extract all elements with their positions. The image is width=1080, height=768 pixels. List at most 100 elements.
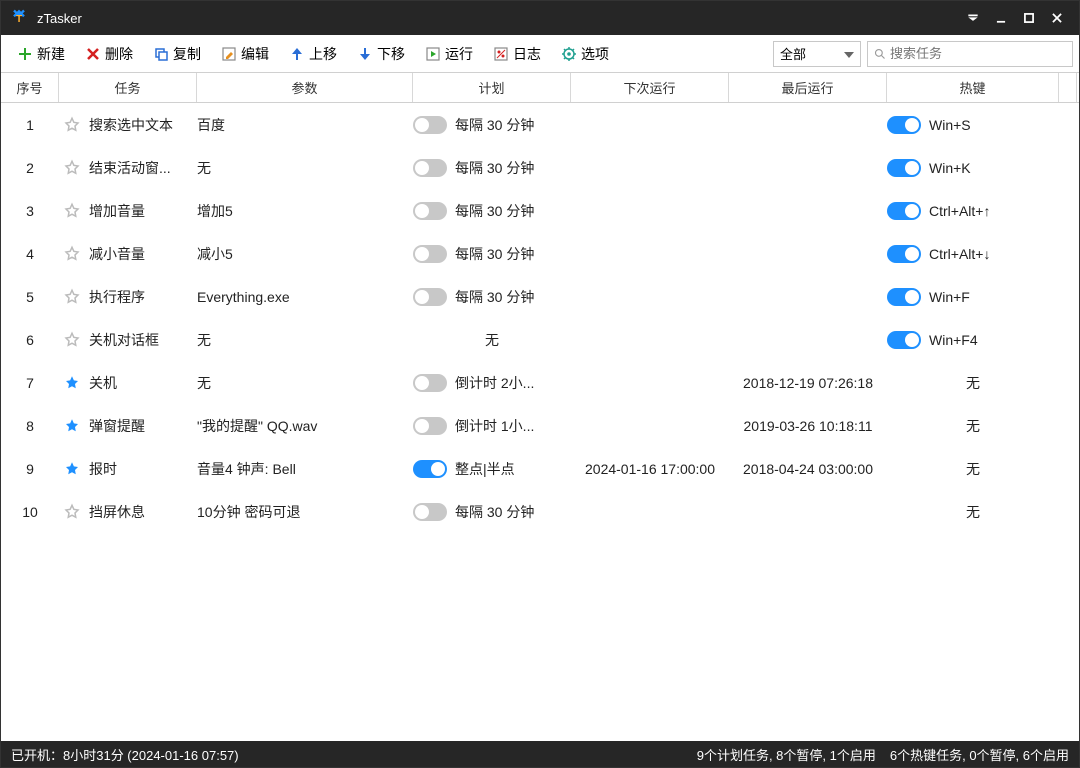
plan-toggle[interactable] [413, 374, 447, 392]
param-cell: 10分钟 密码可退 [197, 490, 413, 533]
hotkey-cell: 无 [887, 490, 1059, 533]
column-headers: 序号 任务 参数 计划 下次运行 最后运行 热键 [1, 73, 1079, 103]
table-row[interactable]: 6关机对话框无无Win+F4 [1, 318, 1079, 361]
plan-cell: 每隔 30 分钟 [413, 490, 571, 533]
plan-toggle[interactable] [413, 202, 447, 220]
log-button[interactable]: 日志 [483, 40, 551, 68]
col-hotkey[interactable]: 热键 [887, 73, 1059, 102]
plan-toggle[interactable] [413, 460, 447, 478]
delete-button[interactable]: 删除 [75, 40, 143, 68]
hotkey-toggle[interactable] [887, 159, 921, 177]
edit-button[interactable]: 编辑 [211, 40, 279, 68]
hotkey-text: Win+F [929, 289, 970, 305]
minimize-icon[interactable] [987, 4, 1015, 32]
up-label: 上移 [309, 44, 337, 64]
param-cell: 无 [197, 146, 413, 189]
close-icon[interactable] [1043, 4, 1071, 32]
star-icon[interactable] [63, 460, 81, 478]
hotkey-text: Ctrl+Alt+↑ [929, 203, 990, 219]
star-icon[interactable] [63, 288, 81, 306]
copy-button[interactable]: 复制 [143, 40, 211, 68]
star-icon[interactable] [63, 374, 81, 392]
options-label: 选项 [581, 44, 609, 64]
hotkey-cell: Win+S [887, 103, 1059, 146]
arrow-down-icon [357, 46, 373, 62]
delete-label: 删除 [105, 44, 133, 64]
edit-label: 编辑 [241, 44, 269, 64]
table-row[interactable]: 7关机无倒计时 2小...2018-12-19 07:26:18无 [1, 361, 1079, 404]
hotkey-toggle[interactable] [887, 245, 921, 263]
hotkey-cell: Ctrl+Alt+↓ [887, 232, 1059, 275]
plan-text: 每隔 30 分钟 [455, 115, 534, 135]
hotkey-toggle[interactable] [887, 331, 921, 349]
star-icon[interactable] [63, 331, 81, 349]
param-cell: 增加5 [197, 189, 413, 232]
new-button[interactable]: 新建 [7, 40, 75, 68]
row-index: 1 [1, 103, 59, 146]
arrow-up-icon [289, 46, 305, 62]
plus-icon [17, 46, 33, 62]
param-cell: 无 [197, 318, 413, 361]
star-icon[interactable] [63, 503, 81, 521]
star-icon[interactable] [63, 159, 81, 177]
row-index: 9 [1, 447, 59, 490]
plan-toggle[interactable] [413, 159, 447, 177]
plan-toggle[interactable] [413, 503, 447, 521]
hotkey-cell: Win+F [887, 275, 1059, 318]
col-last[interactable]: 最后运行 [729, 73, 887, 102]
dropdown-window-icon[interactable] [959, 4, 987, 32]
next-run-cell [571, 318, 729, 361]
plan-toggle[interactable] [413, 417, 447, 435]
plan-text: 整点|半点 [455, 459, 515, 479]
table-row[interactable]: 3增加音量增加5每隔 30 分钟Ctrl+Alt+↑ [1, 189, 1079, 232]
table-row[interactable]: 8弹窗提醒"我的提醒" QQ.wav倒计时 1小...2019-03-26 10… [1, 404, 1079, 447]
table-row[interactable]: 5执行程序Everything.exe每隔 30 分钟Win+F [1, 275, 1079, 318]
table-row[interactable]: 4减小音量减小5每隔 30 分钟Ctrl+Alt+↓ [1, 232, 1079, 275]
table-row[interactable]: 1搜索选中文本百度每隔 30 分钟Win+S [1, 103, 1079, 146]
table-row[interactable]: 2结束活动窗...无每隔 30 分钟Win+K [1, 146, 1079, 189]
plan-toggle[interactable] [413, 245, 447, 263]
star-icon[interactable] [63, 116, 81, 134]
param-cell: "我的提醒" QQ.wav [197, 404, 413, 447]
maximize-icon[interactable] [1015, 4, 1043, 32]
down-button[interactable]: 下移 [347, 40, 415, 68]
task-grid: 1搜索选中文本百度每隔 30 分钟Win+S2结束活动窗...无每隔 30 分钟… [1, 103, 1079, 741]
up-button[interactable]: 上移 [279, 40, 347, 68]
row-index: 3 [1, 189, 59, 232]
star-icon[interactable] [63, 245, 81, 263]
col-param[interactable]: 参数 [197, 73, 413, 102]
table-row[interactable]: 10挡屏休息10分钟 密码可退每隔 30 分钟无 [1, 490, 1079, 533]
col-next[interactable]: 下次运行 [571, 73, 729, 102]
task-cell: 报时 [59, 447, 197, 490]
hotkey-toggle[interactable] [887, 288, 921, 306]
run-button[interactable]: 运行 [415, 40, 483, 68]
hotkey-toggle[interactable] [887, 116, 921, 134]
task-cell: 结束活动窗... [59, 146, 197, 189]
task-name: 关机对话框 [89, 330, 159, 350]
table-row[interactable]: 9报时音量4 钟声: Bell整点|半点2024-01-16 17:00:002… [1, 447, 1079, 490]
search-input[interactable] [890, 46, 1066, 61]
filter-dropdown[interactable]: 全部 [773, 41, 861, 67]
plan-text: 每隔 30 分钟 [455, 201, 534, 221]
next-run-cell [571, 404, 729, 447]
plan-cell: 倒计时 1小... [413, 404, 571, 447]
col-idx[interactable]: 序号 [1, 73, 59, 102]
search-box[interactable] [867, 41, 1073, 67]
last-run-cell [729, 103, 887, 146]
plan-toggle[interactable] [413, 288, 447, 306]
next-run-cell [571, 361, 729, 404]
task-name: 挡屏休息 [89, 502, 145, 522]
titlebar: T zTasker [1, 1, 1079, 35]
col-plan[interactable]: 计划 [413, 73, 571, 102]
last-run-cell [729, 490, 887, 533]
star-icon[interactable] [63, 202, 81, 220]
col-task[interactable]: 任务 [59, 73, 197, 102]
star-icon[interactable] [63, 417, 81, 435]
next-run-cell [571, 232, 729, 275]
hotkey-toggle[interactable] [887, 202, 921, 220]
task-cell: 挡屏休息 [59, 490, 197, 533]
param-cell: 无 [197, 361, 413, 404]
hotkey-cell: 无 [887, 361, 1059, 404]
options-button[interactable]: 选项 [551, 40, 619, 68]
plan-toggle[interactable] [413, 116, 447, 134]
